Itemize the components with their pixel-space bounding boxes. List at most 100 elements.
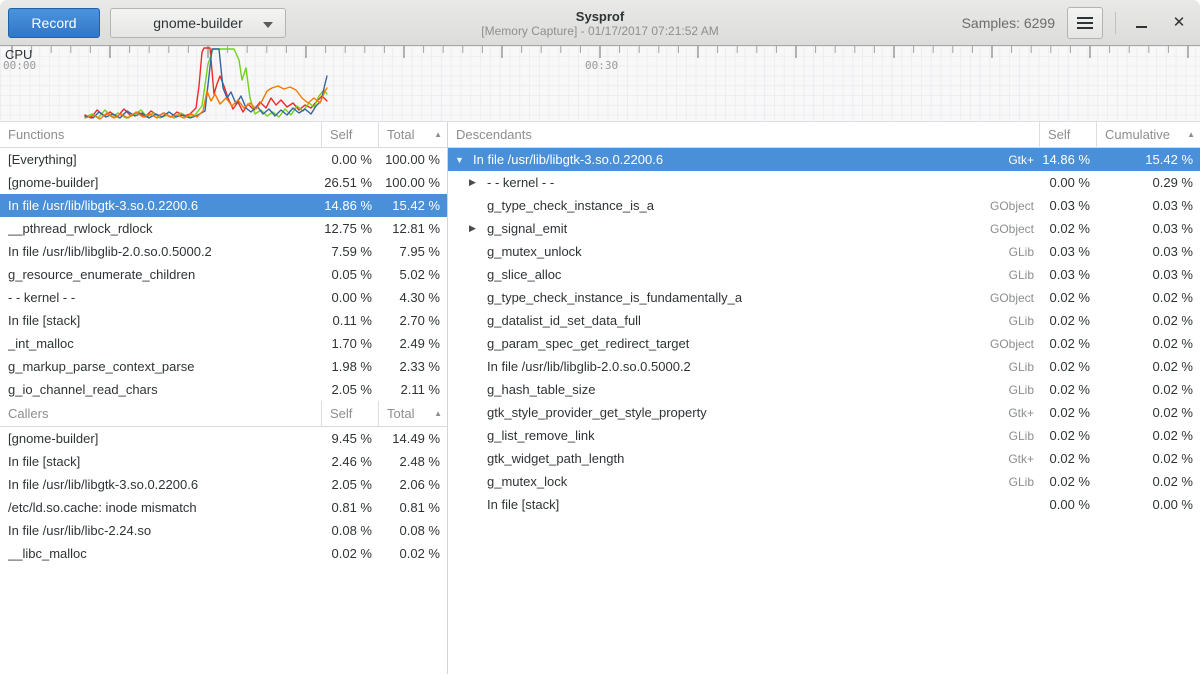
self-percent: 0.02 % [1040, 405, 1097, 420]
descendant-row[interactable]: g_type_check_instance_is_fundamentally_a… [448, 286, 1200, 309]
column-header-total[interactable]: Total ▲ [379, 401, 447, 426]
symbol-name-cell: g_mutex_lockGLib [448, 474, 1040, 489]
descendant-row[interactable]: gtk_widget_path_lengthGtk+0.02 %0.02 % [448, 447, 1200, 470]
cpu-graph[interactable]: CPU 00:00 00:30 [0, 46, 1200, 122]
total-percent: 100.00 % [379, 152, 447, 167]
symbol-name-cell: In file /usr/lib/libgtk-3.so.0.2200.6 [0, 198, 322, 213]
self-percent: 0.02 % [1040, 474, 1097, 489]
self-percent: 0.03 % [1040, 198, 1097, 213]
total-percent: 0.02 % [379, 546, 447, 561]
caller-row[interactable]: In file [stack]2.46 %2.48 % [0, 450, 447, 473]
self-percent: 9.45 % [322, 431, 379, 446]
self-percent: 0.08 % [322, 523, 379, 538]
caller-row[interactable]: /etc/ld.so.cache: inode mismatch0.81 %0.… [0, 496, 447, 519]
record-button[interactable]: Record [8, 8, 100, 38]
column-header-total-label: Total [387, 127, 414, 142]
descendant-row[interactable]: g_mutex_lockGLib0.02 %0.02 % [448, 470, 1200, 493]
function-row[interactable]: _int_malloc1.70 %2.49 % [0, 332, 447, 355]
caller-row[interactable]: In file /usr/lib/libc-2.24.so0.08 %0.08 … [0, 519, 447, 542]
symbol-name-cell: In file /usr/lib/libglib-2.0.so.0.5000.2 [0, 244, 322, 259]
cumulative-percent: 0.03 % [1097, 198, 1200, 213]
symbol-name: g_param_spec_get_redirect_target [487, 336, 689, 351]
self-percent: 2.05 % [322, 382, 379, 397]
column-header-descendants[interactable]: Descendants [448, 122, 1040, 147]
descendant-row[interactable]: g_slice_allocGLib0.03 %0.03 % [448, 263, 1200, 286]
library-tag: GLib [1009, 475, 1040, 489]
cumulative-percent: 0.02 % [1097, 428, 1200, 443]
symbol-name: g_list_remove_link [487, 428, 595, 443]
column-header-functions[interactable]: Functions [0, 122, 322, 147]
descendant-row[interactable]: g_datalist_id_set_data_fullGLib0.02 %0.0… [448, 309, 1200, 332]
cumulative-percent: 0.02 % [1097, 474, 1200, 489]
function-row[interactable]: [Everything]0.00 %100.00 % [0, 148, 447, 171]
column-header-callers[interactable]: Callers [0, 401, 322, 426]
symbol-name: __libc_malloc [8, 546, 87, 561]
column-header-self[interactable]: Self [322, 122, 379, 147]
cumulative-percent: 0.02 % [1097, 313, 1200, 328]
descendant-row[interactable]: ▶- - kernel - -0.00 %0.29 % [448, 171, 1200, 194]
descendant-row[interactable]: ▼In file /usr/lib/libgtk-3.so.0.2200.6 Gt… [448, 148, 1200, 171]
total-percent: 2.33 % [379, 359, 447, 374]
close-button[interactable]: ✕ [1166, 10, 1192, 36]
cpu-blue-line [85, 49, 327, 118]
window-subtitle: [Memory Capture] - 01/17/2017 07:21:52 A… [481, 24, 718, 38]
expander-closed-icon[interactable]: ▶ [469, 223, 487, 234]
cumulative-percent: 0.02 % [1097, 405, 1200, 420]
function-row[interactable]: g_resource_enumerate_children0.05 %5.02 … [0, 263, 447, 286]
symbol-name-cell: ▶g_signal_emitGObject [448, 221, 1040, 236]
function-row[interactable]: [gnome-builder]26.51 %100.00 % [0, 171, 447, 194]
descendant-row[interactable]: In file [stack]0.00 %0.00 % [448, 493, 1200, 516]
column-header-cumulative[interactable]: Cumulative ▲ [1097, 122, 1200, 147]
column-header-self[interactable]: Self [1040, 122, 1097, 147]
column-header-self[interactable]: Self [322, 401, 379, 426]
caller-row[interactable]: [gnome-builder]9.45 %14.49 % [0, 427, 447, 450]
library-tag: Gtk+ [1008, 406, 1040, 420]
descendant-row[interactable]: In file /usr/lib/libglib-2.0.so.0.5000.2… [448, 355, 1200, 378]
symbol-name: In file /usr/lib/libglib-2.0.so.0.5000.2 [8, 244, 212, 259]
descendant-row[interactable]: ▶g_signal_emitGObject0.02 %0.03 % [448, 217, 1200, 240]
column-header-total[interactable]: Total ▲ [379, 122, 447, 147]
symbol-name: In file [stack] [8, 313, 80, 328]
descendant-row[interactable]: g_list_remove_linkGLib0.02 %0.02 % [448, 424, 1200, 447]
function-row[interactable]: - - kernel - -0.00 %4.30 % [0, 286, 447, 309]
descendant-row[interactable]: g_param_spec_get_redirect_targetGObject0… [448, 332, 1200, 355]
close-icon: ✕ [1173, 15, 1186, 30]
symbol-name-cell: [Everything] [0, 152, 322, 167]
function-row[interactable]: In file [stack]0.11 %2.70 % [0, 309, 447, 332]
descendant-row[interactable]: g_mutex_unlockGLib0.03 %0.03 % [448, 240, 1200, 263]
process-selector-dropdown[interactable]: gnome-builder [110, 8, 286, 38]
function-row[interactable]: g_io_channel_read_chars2.05 %2.11 % [0, 378, 447, 401]
total-percent: 4.30 % [379, 290, 447, 305]
descendant-row[interactable]: gtk_style_provider_get_style_propertyGtk… [448, 401, 1200, 424]
function-row[interactable]: In file /usr/lib/libgtk-3.so.0.2200.614.… [0, 194, 447, 217]
total-percent: 14.49 % [379, 431, 447, 446]
minimize-button[interactable] [1128, 10, 1154, 36]
sysprof-window: Record gnome-builder Sysprof [Memory Cap… [0, 0, 1200, 675]
library-tag: GLib [1009, 245, 1040, 259]
symbol-name: In file /usr/lib/libgtk-3.so.0.2200.6 [473, 152, 663, 167]
time-label-mid: 00:30 [585, 59, 618, 72]
descendant-row[interactable]: g_type_check_instance_is_aGObject0.03 %0… [448, 194, 1200, 217]
symbol-name-cell: g_list_remove_linkGLib [448, 428, 1040, 443]
library-tag: Gtk+ [1008, 153, 1040, 167]
expander-open-icon[interactable]: ▼ [455, 155, 473, 165]
content-area: Functions Self Total ▲ [Everything]0.00 … [0, 122, 1200, 674]
menu-button[interactable] [1067, 7, 1103, 39]
caller-row[interactable]: In file /usr/lib/libgtk-3.so.0.2200.62.0… [0, 473, 447, 496]
cumulative-percent: 15.42 % [1097, 152, 1200, 167]
expander-closed-icon[interactable]: ▶ [469, 177, 487, 188]
function-row[interactable]: g_markup_parse_context_parse1.98 %2.33 % [0, 355, 447, 378]
total-percent: 0.08 % [379, 523, 447, 538]
self-percent: 0.02 % [1040, 336, 1097, 351]
self-percent: 0.00 % [322, 290, 379, 305]
function-row[interactable]: In file /usr/lib/libglib-2.0.so.0.5000.2… [0, 240, 447, 263]
self-percent: 0.02 % [322, 546, 379, 561]
descendant-row[interactable]: g_hash_table_sizeGLib0.02 %0.02 % [448, 378, 1200, 401]
function-row[interactable]: __pthread_rwlock_rdlock12.75 %12.81 % [0, 217, 447, 240]
column-header-cumulative-label: Cumulative [1105, 127, 1170, 142]
symbol-name: g_signal_emit [487, 221, 567, 236]
self-percent: 0.00 % [1040, 497, 1097, 512]
total-percent: 2.70 % [379, 313, 447, 328]
caller-row[interactable]: __libc_malloc 0.02 %0.02 % [0, 542, 447, 565]
functions-table-header: Functions Self Total ▲ [0, 122, 447, 148]
